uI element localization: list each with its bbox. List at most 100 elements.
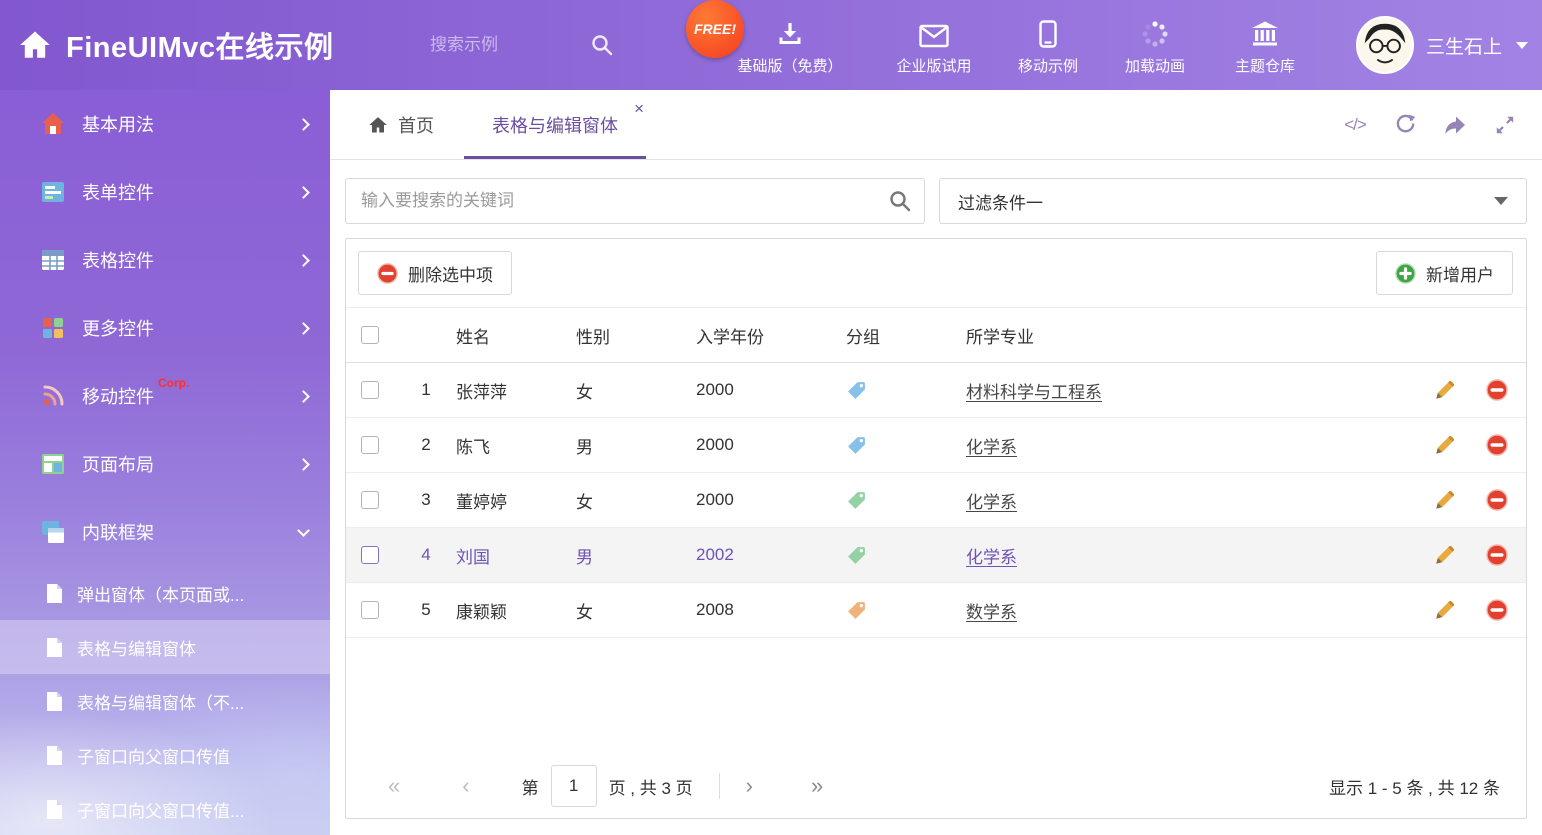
table-row-selected: 4 刘国 男 2002 化学系 bbox=[346, 528, 1526, 583]
plus-circle-icon bbox=[1395, 263, 1416, 284]
edit-pencil-icon[interactable] bbox=[1434, 379, 1456, 401]
sidebar-item-form-controls[interactable]: 表单控件 bbox=[0, 158, 330, 226]
first-page-button[interactable]: « bbox=[388, 775, 400, 797]
search-icon[interactable] bbox=[888, 189, 912, 213]
last-page-button[interactable]: » bbox=[811, 775, 823, 797]
cubes-icon bbox=[40, 315, 66, 341]
filter-dropdown-value: 过滤条件一 bbox=[958, 189, 1043, 214]
tab-home[interactable]: 首页 bbox=[344, 90, 458, 159]
cell-group bbox=[846, 435, 966, 456]
cell-name: 康颖颖 bbox=[456, 598, 576, 623]
code-icon[interactable]: </> bbox=[1344, 114, 1366, 136]
keyword-search-input[interactable] bbox=[345, 178, 925, 224]
nav-theme-store[interactable]: 主题仓库 bbox=[1200, 18, 1330, 76]
edit-pencil-icon[interactable] bbox=[1434, 489, 1456, 511]
major-link[interactable]: 化学系 bbox=[966, 493, 1017, 512]
sidebar-item-grid-controls[interactable]: 表格控件 bbox=[0, 226, 330, 294]
row-checkbox[interactable] bbox=[361, 381, 379, 399]
nav-basic-free[interactable]: 基础版（免费） bbox=[725, 18, 855, 76]
user-menu[interactable]: 三生石上 bbox=[1356, 0, 1528, 90]
bank-icon bbox=[1251, 18, 1279, 48]
main-area: 首页 表格与编辑窗体 × </> bbox=[330, 90, 1542, 835]
cell-year: 2000 bbox=[696, 435, 846, 455]
major-link[interactable]: 材料科学与工程系 bbox=[966, 383, 1102, 402]
cell-name: 刘国 bbox=[456, 543, 576, 568]
delete-cell bbox=[1468, 379, 1526, 401]
sidebar-item-page-layout[interactable]: 页面布局 bbox=[0, 430, 330, 498]
delete-row-icon[interactable] bbox=[1486, 599, 1508, 621]
prev-page-button[interactable]: ‹ bbox=[462, 775, 469, 797]
sidebar-subitem-child-to-parent-2[interactable]: 子窗口向父窗口传值... bbox=[0, 782, 330, 835]
layout-icon bbox=[40, 451, 66, 477]
filter-dropdown[interactable]: 过滤条件一 bbox=[939, 178, 1527, 224]
chevron-down-icon bbox=[297, 524, 310, 537]
sidebar-subitem-child-to-parent[interactable]: 子窗口向父窗口传值 bbox=[0, 728, 330, 782]
table-row: 1 张萍萍 女 2000 材料科学与工程系 bbox=[346, 363, 1526, 418]
cell-gender: 女 bbox=[576, 598, 696, 623]
refresh-icon[interactable] bbox=[1394, 114, 1416, 136]
row-checkbox[interactable] bbox=[361, 546, 379, 564]
nav-label: 移动示例 bbox=[1018, 55, 1078, 76]
delete-row-icon[interactable] bbox=[1486, 434, 1508, 456]
close-icon[interactable]: × bbox=[634, 100, 644, 117]
chevron-right-icon bbox=[297, 254, 310, 267]
sidebar-item-more-controls[interactable]: 更多控件 Corp. bbox=[0, 294, 330, 362]
house-icon bbox=[40, 111, 66, 137]
file-icon bbox=[46, 637, 63, 658]
column-name: 姓名 bbox=[456, 323, 576, 348]
chevron-down-icon bbox=[1494, 197, 1508, 205]
delete-row-icon[interactable] bbox=[1486, 489, 1508, 511]
tab-grid-edit-window[interactable]: 表格与编辑窗体 × bbox=[458, 90, 652, 159]
filter-row: 过滤条件一 bbox=[345, 178, 1527, 224]
avatar[interactable] bbox=[1356, 16, 1414, 74]
cell-gender: 女 bbox=[576, 488, 696, 513]
spinner-icon bbox=[1141, 18, 1169, 48]
cell-gender: 男 bbox=[576, 543, 696, 568]
row-checkbox[interactable] bbox=[361, 601, 379, 619]
keyword-search bbox=[345, 178, 925, 224]
chevron-right-icon bbox=[297, 458, 310, 471]
table-row: 5 康颖颖 女 2008 数学系 bbox=[346, 583, 1526, 638]
cell-year: 2008 bbox=[696, 600, 846, 620]
share-icon[interactable] bbox=[1444, 114, 1466, 136]
page-number-input[interactable] bbox=[551, 765, 597, 807]
add-user-button[interactable]: 新增用户 bbox=[1376, 251, 1513, 295]
file-icon bbox=[46, 583, 63, 604]
sidebar-item-iframe[interactable]: 内联框架 bbox=[0, 498, 330, 566]
nav-enterprise-trial[interactable]: 企业版试用 bbox=[869, 18, 999, 76]
sidebar-item-basic-usage[interactable]: 基本用法 bbox=[0, 90, 330, 158]
delete-row-icon[interactable] bbox=[1486, 379, 1508, 401]
cell-year: 2002 bbox=[696, 545, 846, 565]
record-summary: 显示 1 - 5 条 , 共 12 条 bbox=[1329, 774, 1500, 799]
major-link[interactable]: 化学系 bbox=[966, 548, 1017, 567]
sidebar-item-mobile-controls[interactable]: 移动控件 Corp. bbox=[0, 362, 330, 430]
cell-year: 2000 bbox=[696, 380, 846, 400]
header-search-input[interactable] bbox=[430, 35, 590, 55]
delete-row-icon[interactable] bbox=[1486, 544, 1508, 566]
table-row: 3 董婷婷 女 2000 化学系 bbox=[346, 473, 1526, 528]
sidebar-subitem-popup-window[interactable]: 弹出窗体（本页面或... bbox=[0, 566, 330, 620]
column-major: 所学专业 bbox=[966, 323, 1422, 348]
next-page-button[interactable]: › bbox=[746, 775, 753, 797]
header-search bbox=[430, 25, 640, 65]
select-all-checkbox[interactable] bbox=[361, 326, 379, 344]
major-link[interactable]: 数学系 bbox=[966, 603, 1017, 622]
sidebar-subitem-grid-edit-window-2[interactable]: 表格与编辑窗体（不... bbox=[0, 674, 330, 728]
edit-pencil-icon[interactable] bbox=[1434, 599, 1456, 621]
major-link[interactable]: 化学系 bbox=[966, 438, 1017, 457]
row-checkbox[interactable] bbox=[361, 491, 379, 509]
delete-cell bbox=[1468, 599, 1526, 621]
edit-pencil-icon[interactable] bbox=[1434, 434, 1456, 456]
mobile-icon bbox=[1039, 18, 1057, 48]
search-icon[interactable] bbox=[590, 33, 614, 57]
file-icon bbox=[46, 745, 63, 766]
chevron-right-icon bbox=[297, 118, 310, 131]
content-area: 过滤条件一 删除选中项 bbox=[330, 160, 1542, 835]
edit-pencil-icon[interactable] bbox=[1434, 544, 1456, 566]
brand[interactable]: FineUIMvc在线示例 bbox=[18, 0, 334, 90]
expand-icon[interactable] bbox=[1494, 114, 1516, 136]
sidebar-subitem-grid-edit-window[interactable]: 表格与编辑窗体 bbox=[0, 620, 330, 674]
delete-selected-button[interactable]: 删除选中项 bbox=[358, 251, 512, 295]
row-checkbox[interactable] bbox=[361, 436, 379, 454]
tag-icon bbox=[846, 380, 867, 401]
